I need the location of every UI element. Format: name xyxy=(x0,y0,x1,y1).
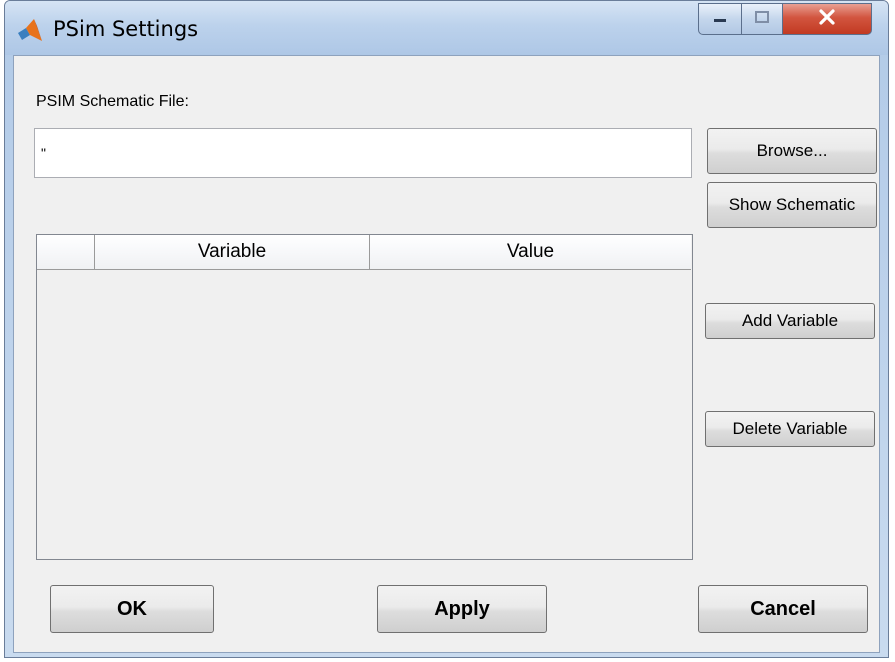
maximize-button[interactable] xyxy=(741,3,783,35)
psim-settings-window: PSim Settings PSIM Schematic File: Brows… xyxy=(4,0,889,658)
cancel-button[interactable]: Cancel xyxy=(698,585,868,633)
maximize-icon xyxy=(754,10,770,29)
close-icon xyxy=(817,8,837,31)
row-header-column xyxy=(37,235,95,269)
table-header: Variable Value xyxy=(37,235,691,270)
add-variable-button[interactable]: Add Variable xyxy=(705,303,875,339)
show-schematic-button[interactable]: Show Schematic xyxy=(707,182,877,228)
schematic-file-label: PSIM Schematic File: xyxy=(36,93,189,110)
variables-table[interactable]: Variable Value xyxy=(36,234,693,560)
value-column-header[interactable]: Value xyxy=(370,235,691,269)
variable-column-header[interactable]: Variable xyxy=(95,235,370,269)
apply-button[interactable]: Apply xyxy=(377,585,547,633)
schematic-file-input[interactable] xyxy=(34,128,692,178)
title-bar[interactable]: PSim Settings xyxy=(5,1,888,55)
dialog-client-area: PSIM Schematic File: Browse... Show Sche… xyxy=(13,55,880,653)
minimize-button[interactable] xyxy=(698,3,742,35)
close-button[interactable] xyxy=(782,3,872,35)
matlab-icon xyxy=(17,17,43,43)
minimize-icon xyxy=(712,10,728,28)
ok-button[interactable]: OK xyxy=(50,585,214,633)
browse-button[interactable]: Browse... xyxy=(707,128,877,174)
delete-variable-button[interactable]: Delete Variable xyxy=(705,411,875,447)
window-title: PSim Settings xyxy=(53,17,199,41)
